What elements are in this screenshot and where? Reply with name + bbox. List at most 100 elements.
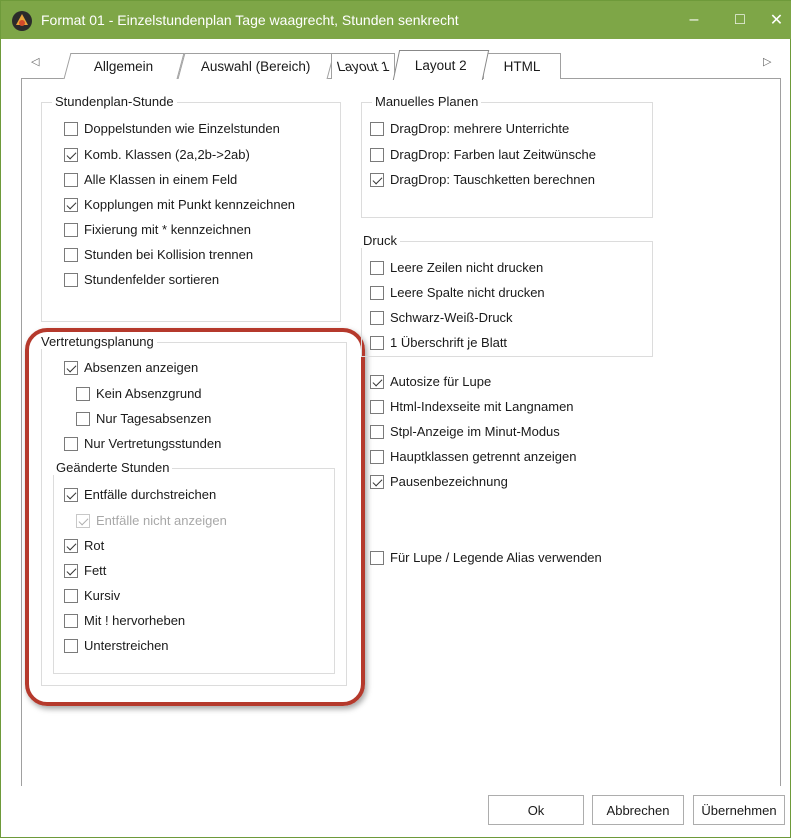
tab-layout-1[interactable]: Layout 1 xyxy=(331,53,395,79)
checkbox[interactable] xyxy=(64,613,78,628)
checkbox[interactable] xyxy=(64,197,78,212)
tab-auswahl-bereich[interactable]: Auswahl (Bereich) xyxy=(177,53,335,79)
checkbox[interactable] xyxy=(64,638,78,653)
checkbox[interactable] xyxy=(64,121,78,136)
option-ueberschrift-je-blatt[interactable]: 1 Überschrift je Blatt xyxy=(370,335,507,350)
option-fixierung[interactable]: Fixierung mit * kennzeichnen xyxy=(64,222,251,237)
option-label: Absenzen anzeigen xyxy=(84,360,199,375)
checkbox[interactable] xyxy=(64,563,78,578)
option-label: Leere Spalte nicht drucken xyxy=(390,285,545,300)
tab-html[interactable]: HTML xyxy=(483,53,561,79)
option-label: Nur Tagesabsenzen xyxy=(96,411,212,426)
option-nur-vertretungsstunden[interactable]: Nur Vertretungsstunden xyxy=(64,436,221,451)
option-nur-tagesabsenzen[interactable]: Nur Tagesabsenzen xyxy=(76,411,211,426)
apply-button[interactable]: Übernehmen xyxy=(693,795,785,825)
maximize-button[interactable]: □ xyxy=(717,1,763,39)
group-legend: Manuelles Planen xyxy=(372,94,482,109)
option-stpl-minut-modus[interactable]: Stpl-Anzeige im Minut-Modus xyxy=(370,424,560,439)
tab-scroll-right-icon[interactable]: ▷ xyxy=(763,55,771,68)
option-html-indexseite[interactable]: Html-Indexseite mit Langnamen xyxy=(370,399,574,414)
checkbox[interactable] xyxy=(370,121,384,136)
option-rot[interactable]: Rot xyxy=(64,538,104,553)
option-fett[interactable]: Fett xyxy=(64,563,106,578)
checkbox[interactable] xyxy=(370,260,384,275)
cancel-button[interactable]: Abbrechen xyxy=(592,795,684,825)
option-komb-klassen[interactable]: Komb. Klassen (2a,2b->2ab) xyxy=(64,147,250,162)
option-pausenbezeichnung[interactable]: Pausenbezeichnung xyxy=(370,474,508,489)
option-absenzen-anzeigen[interactable]: Absenzen anzeigen xyxy=(64,360,198,375)
checkbox[interactable] xyxy=(64,247,78,262)
checkbox[interactable] xyxy=(370,474,384,489)
tab-strip: ◁ Allgemein Auswahl (Bereich) Layout 1 L… xyxy=(21,49,781,80)
option-label: Html-Indexseite mit Langnamen xyxy=(390,399,574,414)
option-leere-zeilen[interactable]: Leere Zeilen nicht drucken xyxy=(370,260,543,275)
option-kein-absenzgrund[interactable]: Kein Absenzgrund xyxy=(76,386,202,401)
app-logo-icon xyxy=(12,11,32,31)
checkbox[interactable] xyxy=(76,411,90,426)
option-label: Leere Zeilen nicht drucken xyxy=(390,260,544,275)
checkbox[interactable] xyxy=(64,588,78,603)
minimize-button[interactable]: – xyxy=(671,1,717,39)
option-kollision-trennen[interactable]: Stunden bei Kollision trennen xyxy=(64,247,253,262)
option-kopplungen[interactable]: Kopplungen mit Punkt kennzeichnen xyxy=(64,197,295,212)
option-mit-hervorheben[interactable]: Mit ! hervorheben xyxy=(64,613,185,628)
option-label: Stundenfelder sortieren xyxy=(84,272,220,287)
option-unterstreichen[interactable]: Unterstreichen xyxy=(64,638,169,653)
option-doppelstunden[interactable]: Doppelstunden wie Einzelstunden xyxy=(64,121,280,136)
checkbox[interactable] xyxy=(64,360,78,375)
option-stundenfelder-sortieren[interactable]: Stundenfelder sortieren xyxy=(64,272,219,287)
checkbox[interactable] xyxy=(370,335,384,350)
checkbox[interactable] xyxy=(64,222,78,237)
window-title: Format 01 - Einzelstundenplan Tage waagr… xyxy=(41,12,459,28)
option-dragdrop-tauschketten[interactable]: DragDrop: Tauschketten berechnen xyxy=(370,172,595,187)
group-legend: Stundenplan-Stunde xyxy=(52,94,177,109)
checkbox[interactable] xyxy=(64,272,78,287)
checkbox xyxy=(76,513,90,528)
tab-allgemein[interactable]: Allgemein xyxy=(63,53,185,79)
checkbox[interactable] xyxy=(370,449,384,464)
option-label: Fixierung mit * kennzeichnen xyxy=(84,222,251,237)
option-label: Nur Vertretungsstunden xyxy=(84,436,222,451)
checkbox[interactable] xyxy=(370,147,384,162)
checkbox[interactable] xyxy=(64,538,78,553)
checkbox[interactable] xyxy=(370,399,384,414)
option-label: Hauptklassen getrennt anzeigen xyxy=(390,449,577,464)
checkbox[interactable] xyxy=(370,172,384,187)
option-lupe-legende-alias[interactable]: Für Lupe / Legende Alias verwenden xyxy=(370,550,602,565)
option-dragdrop-mehrere[interactable]: DragDrop: mehrere Unterrichte xyxy=(370,121,569,136)
close-button[interactable]: ✕ xyxy=(761,1,791,39)
checkbox[interactable] xyxy=(370,310,384,325)
option-kursiv[interactable]: Kursiv xyxy=(64,588,120,603)
option-hauptklassen-getrennt[interactable]: Hauptklassen getrennt anzeigen xyxy=(370,449,576,464)
checkbox[interactable] xyxy=(76,386,90,401)
checkbox[interactable] xyxy=(64,436,78,451)
option-label: Kursiv xyxy=(84,588,121,603)
option-dragdrop-farben[interactable]: DragDrop: Farben laut Zeitwünsche xyxy=(370,147,596,162)
option-label: 1 Überschrift je Blatt xyxy=(390,335,508,350)
tab-layout-2[interactable]: Layout 2 xyxy=(392,50,490,80)
checkbox[interactable] xyxy=(370,285,384,300)
option-label: Autosize für Lupe xyxy=(390,374,492,389)
option-leere-spalte[interactable]: Leere Spalte nicht drucken xyxy=(370,285,545,300)
checkbox[interactable] xyxy=(370,374,384,389)
group-legend: Geänderte Stunden xyxy=(53,460,173,475)
option-entfaelle-durchstreichen[interactable]: Entfälle durchstreichen xyxy=(64,487,216,502)
option-label: Rot xyxy=(84,538,105,553)
option-label: Pausenbezeichnung xyxy=(390,474,508,489)
option-autosize-lupe[interactable]: Autosize für Lupe xyxy=(370,374,491,389)
checkbox[interactable] xyxy=(64,487,78,502)
group-legend: Druck xyxy=(360,233,400,248)
checkbox[interactable] xyxy=(64,172,78,187)
option-label: Schwarz-Weiß-Druck xyxy=(390,310,513,325)
option-schwarz-weiss[interactable]: Schwarz-Weiß-Druck xyxy=(370,310,513,325)
checkbox[interactable] xyxy=(370,550,384,565)
option-label: Komb. Klassen (2a,2b->2ab) xyxy=(84,147,250,162)
checkbox[interactable] xyxy=(64,147,78,162)
tab-scroll-left-icon[interactable]: ◁ xyxy=(31,55,39,68)
option-label: Kopplungen mit Punkt kennzeichnen xyxy=(84,197,296,212)
option-alle-klassen[interactable]: Alle Klassen in einem Feld xyxy=(64,172,237,187)
title-bar: Format 01 - Einzelstundenplan Tage waagr… xyxy=(1,1,791,39)
ok-button[interactable]: Ok xyxy=(488,795,584,825)
checkbox[interactable] xyxy=(370,424,384,439)
option-label: Stunden bei Kollision trennen xyxy=(84,247,254,262)
